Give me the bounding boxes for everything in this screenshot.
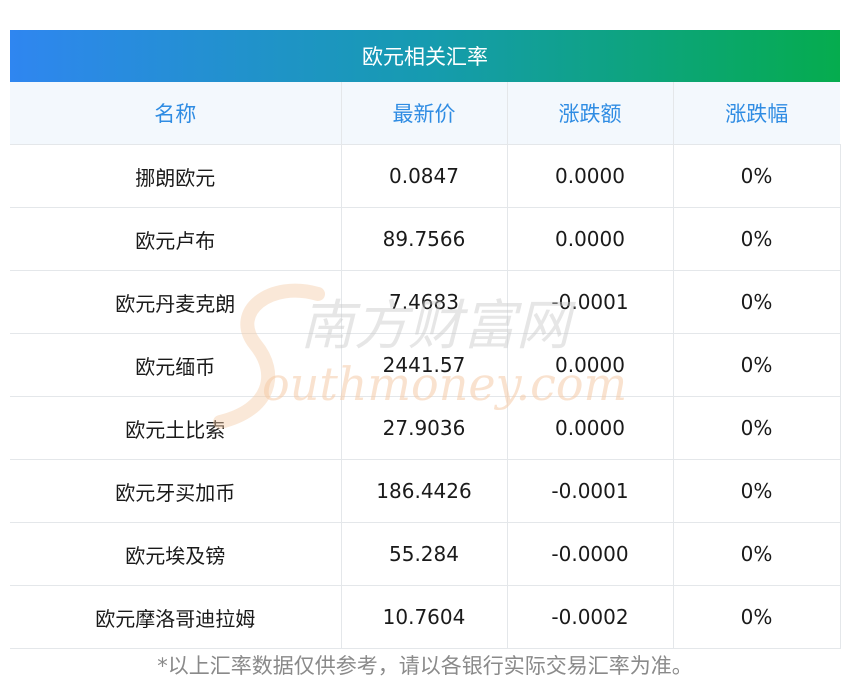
cell-change: -0.0000 [506, 522, 673, 586]
cell-percent: 0% [672, 459, 841, 523]
cell-percent: 0% [672, 585, 841, 649]
cell-price: 10.7604 [340, 585, 507, 649]
cell-change: -0.0002 [506, 585, 673, 649]
cell-price: 186.4426 [340, 459, 507, 523]
cell-price: 27.9036 [340, 396, 507, 460]
cell-change: -0.0001 [506, 459, 673, 523]
column-header-price: 最新价 [340, 82, 507, 145]
cell-percent: 0% [672, 144, 841, 208]
cell-price: 7.4683 [340, 270, 507, 334]
column-header-change: 涨跌额 [506, 82, 673, 145]
table-row: 欧元摩洛哥迪拉姆 10.7604 -0.0002 0% [10, 585, 841, 649]
cell-percent: 0% [672, 396, 841, 460]
table-row: 欧元丹麦克朗 7.4683 -0.0001 0% [10, 270, 841, 334]
cell-price: 89.7566 [340, 207, 507, 271]
column-header-percent: 涨跌幅 [672, 82, 840, 145]
rate-table: 名称 最新价 涨跌额 涨跌幅 挪朗欧元 0.0847 0.0000 0% 欧元卢… [10, 82, 841, 649]
cell-name: 欧元摩洛哥迪拉姆 [10, 585, 341, 649]
cell-change: 0.0000 [506, 396, 673, 460]
table-title: 欧元相关汇率 [10, 30, 840, 82]
cell-name: 欧元缅币 [10, 333, 341, 397]
cell-price: 0.0847 [340, 144, 507, 208]
cell-change: 0.0000 [506, 207, 673, 271]
table-row: 欧元缅币 2441.57 0.0000 0% [10, 333, 841, 397]
table-row: 挪朗欧元 0.0847 0.0000 0% [10, 144, 841, 208]
table-row: 欧元埃及镑 55.284 -0.0000 0% [10, 522, 841, 586]
cell-name: 欧元牙买加币 [10, 459, 341, 523]
cell-name: 欧元丹麦克朗 [10, 270, 341, 334]
cell-percent: 0% [672, 333, 841, 397]
cell-price: 55.284 [340, 522, 507, 586]
cell-price: 2441.57 [340, 333, 507, 397]
table-row: 欧元牙买加币 186.4426 -0.0001 0% [10, 459, 841, 523]
table-header-row: 名称 最新价 涨跌额 涨跌幅 [10, 82, 840, 145]
column-header-name: 名称 [10, 82, 341, 145]
cell-name: 欧元埃及镑 [10, 522, 341, 586]
cell-change: 0.0000 [506, 333, 673, 397]
cell-percent: 0% [672, 270, 841, 334]
cell-percent: 0% [672, 522, 841, 586]
table-row: 欧元土比索 27.9036 0.0000 0% [10, 396, 841, 460]
cell-name: 欧元土比索 [10, 396, 341, 460]
rate-table-container: 欧元相关汇率 名称 最新价 涨跌额 涨跌幅 挪朗欧元 0.0847 0.0000… [10, 30, 841, 649]
cell-percent: 0% [672, 207, 841, 271]
cell-name: 挪朗欧元 [10, 144, 341, 208]
cell-change: 0.0000 [506, 144, 673, 208]
cell-change: -0.0001 [506, 270, 673, 334]
cell-name: 欧元卢布 [10, 207, 341, 271]
disclaimer-footnote: *以上汇率数据仅供参考，请以各银行实际交易汇率为准。 [157, 654, 693, 678]
table-row: 欧元卢布 89.7566 0.0000 0% [10, 207, 841, 271]
